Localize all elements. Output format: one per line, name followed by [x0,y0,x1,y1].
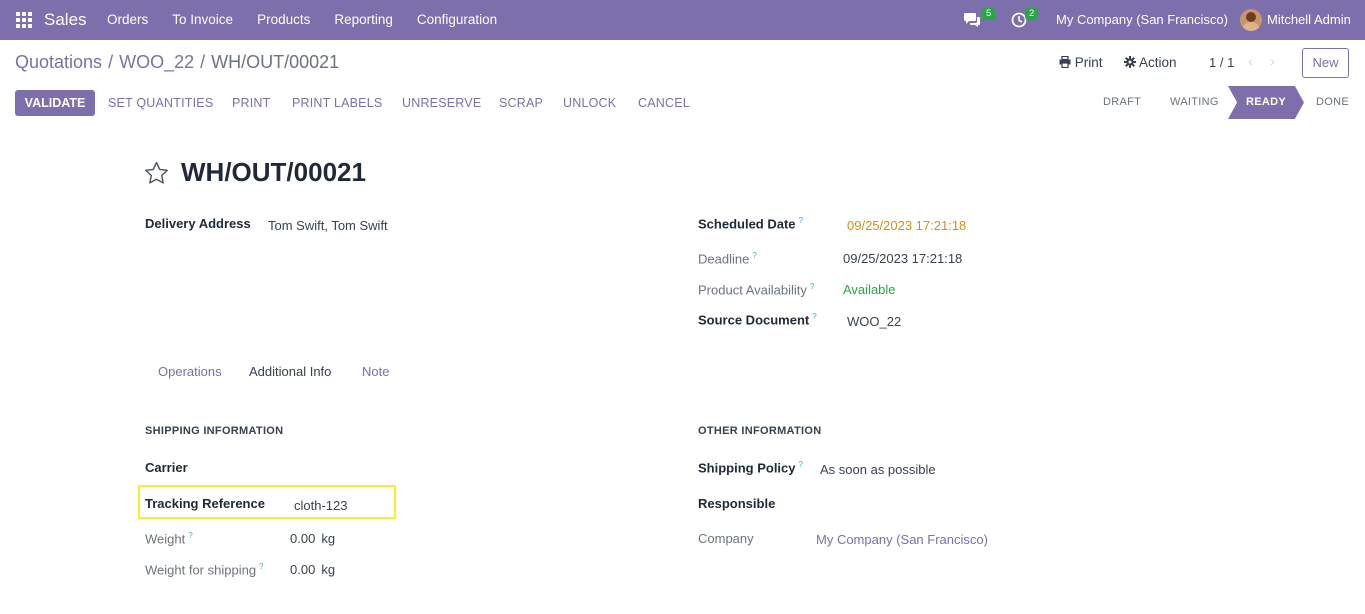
breadcrumb: Quotations / WOO_22/WH/OUT/00021 [15,52,340,72]
tab-additional-info[interactable]: Additional Info [249,364,331,379]
product-availability-value: Available [843,282,896,297]
source-document-value[interactable]: WOO_22 [847,314,901,329]
action-label: Action [1139,55,1177,70]
weight-for-shipping-unit: kg [321,562,336,577]
tracking-reference-field[interactable]: cloth-123 [294,498,347,513]
validate-button[interactable]: VALIDATE [15,90,95,116]
company-link[interactable]: My Company (San Francisco) [816,532,988,547]
app-brand[interactable]: Sales [44,10,87,30]
menu-orders[interactable]: Orders [95,0,160,40]
unlock-button[interactable]: UNLOCK [563,96,616,110]
weight-for-shipping-label: Weight for shipping? [145,562,264,578]
weight-for-shipping-value[interactable]: 0.00 kg [290,562,335,577]
weight-value[interactable]: 0.00 kg [290,531,335,546]
delivery-address-label: Delivery Address [145,216,251,231]
activities-badge: 2 [1025,8,1039,20]
gear-icon [1124,56,1136,68]
status-waiting[interactable]: WAITING [1170,96,1219,108]
shipping-policy-label: Shipping Policy? [698,460,803,476]
user-avatar[interactable] [1240,9,1262,31]
tab-note[interactable]: Note [362,364,389,379]
menu-to-invoice[interactable]: To Invoice [160,0,245,40]
record-title: WH/OUT/00021 [181,157,366,187]
help-icon[interactable]: ? [259,562,263,571]
responsible-label: Responsible [698,496,776,511]
help-icon[interactable]: ? [812,312,816,321]
help-icon[interactable]: ? [752,251,756,260]
weight-unit: kg [321,531,336,546]
favorite-star-icon[interactable] [144,161,169,188]
menu-configuration[interactable]: Configuration [405,0,509,40]
cancel-button[interactable]: CANCEL [638,96,690,110]
help-icon[interactable]: ? [799,460,803,469]
scheduled-date-value[interactable]: 09/25/2023 17:21:18 [847,218,966,233]
shipping-information-title: SHIPPING INFORMATION [145,425,284,437]
user-menu[interactable]: Mitchell Admin [1267,12,1351,27]
print-button[interactable]: PRINT [232,96,271,110]
print-label: Print [1074,55,1103,70]
breadcrumb-current: WH/OUT/00021 [211,52,340,72]
status-ready[interactable]: READY [1228,86,1304,119]
breadcrumb-order[interactable]: WOO_22 [119,52,194,72]
set-quantities-button[interactable]: SET QUANTITIES [108,96,213,110]
chevron-left-icon[interactable]: ‹ [1248,53,1253,69]
carrier-label: Carrier [145,460,188,475]
apps-menu-icon[interactable] [16,12,32,28]
unreserve-button[interactable]: UNRESERVE [402,96,481,110]
status-draft[interactable]: DRAFT [1103,96,1141,108]
scheduled-date-label: Scheduled Date? [698,216,803,232]
company-switcher[interactable]: My Company (San Francisco) [1056,12,1228,27]
tab-operations[interactable]: Operations [158,364,222,379]
status-done[interactable]: DONE [1316,96,1349,108]
deadline-label: Deadline? [698,251,757,267]
chevron-right-icon[interactable]: › [1270,53,1275,69]
main-menu: Orders To Invoice Products Reporting Con… [95,0,509,40]
breadcrumb-quotations[interactable]: Quotations [15,52,102,72]
menu-products[interactable]: Products [245,0,322,40]
deadline-value: 09/25/2023 17:21:18 [843,251,963,266]
print-menu-button[interactable]: Print [1059,55,1103,70]
delivery-address-value[interactable]: Tom Swift, Tom Swift [268,218,388,233]
help-icon[interactable]: ? [188,531,192,540]
product-availability-label: Product Availability? [698,282,815,298]
chat-icon[interactable] [963,12,981,31]
source-document-label: Source Document? [698,312,817,328]
shipping-policy-value[interactable]: As soon as possible [820,462,936,477]
new-button[interactable]: New [1302,48,1349,78]
menu-reporting[interactable]: Reporting [322,0,405,40]
action-menu-button[interactable]: Action [1124,55,1177,70]
scrap-button[interactable]: SCRAP [499,96,543,110]
printer-icon [1059,55,1071,69]
company-label: Company [698,531,754,546]
help-icon[interactable]: ? [810,282,814,291]
print-labels-button[interactable]: PRINT LABELS [292,96,382,110]
other-information-title: OTHER INFORMATION [698,425,822,437]
top-navbar: Sales Orders To Invoice Products Reporti… [0,0,1365,40]
messages-badge: 5 [982,8,996,20]
help-icon[interactable]: ? [799,216,803,225]
pager-value[interactable]: 1 / 1 [1209,55,1234,70]
tracking-reference-label: Tracking Reference [145,496,265,511]
weight-label: Weight? [145,531,193,547]
